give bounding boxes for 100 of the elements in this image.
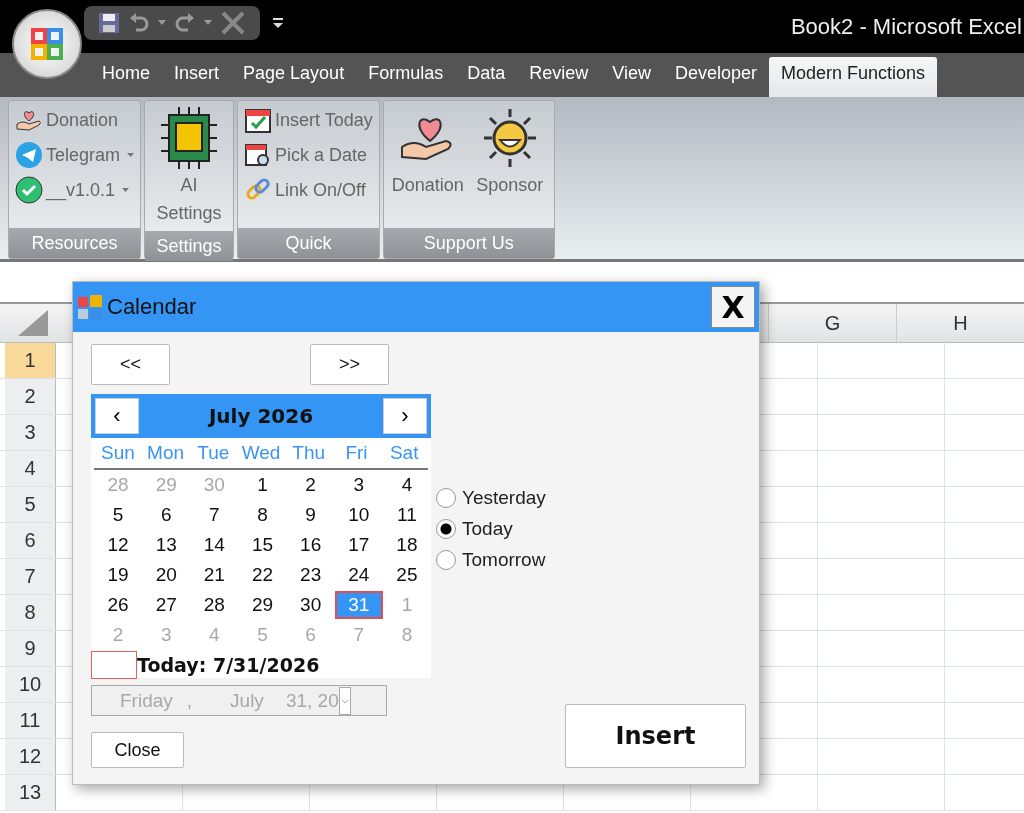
calendar-day[interactable]: 2 bbox=[286, 471, 335, 499]
ribbon-button[interactable]: Pick a Date bbox=[244, 140, 373, 170]
calendar-day[interactable]: 1 bbox=[238, 471, 287, 499]
calendar-day[interactable]: 18 bbox=[382, 531, 431, 559]
row-header[interactable]: 7 bbox=[5, 559, 56, 594]
ribbon-button[interactable]: __v1.0.1 bbox=[15, 175, 135, 205]
ribbon-tab[interactable]: Page Layout bbox=[231, 57, 357, 97]
dropdown-icon[interactable] bbox=[158, 19, 166, 26]
calendar-day[interactable]: 30 bbox=[286, 591, 335, 619]
calendar-day[interactable]: 9 bbox=[286, 501, 335, 529]
calendar-day[interactable]: 26 bbox=[94, 591, 143, 619]
row-header[interactable]: 11 bbox=[5, 703, 56, 738]
next-year-button[interactable]: >> bbox=[310, 344, 389, 385]
ribbon-tab[interactable]: Formulas bbox=[356, 57, 456, 97]
calendar-day[interactable]: 22 bbox=[238, 561, 287, 589]
row-header[interactable]: 5 bbox=[5, 487, 56, 522]
calendar-day[interactable]: 29 bbox=[238, 591, 287, 619]
calendar-day[interactable]: 12 bbox=[94, 531, 143, 559]
calendar-day[interactable]: 20 bbox=[142, 561, 191, 589]
month-title: July 2026 bbox=[208, 404, 314, 428]
ribbon-tab[interactable]: Home bbox=[90, 57, 162, 97]
ribbon-tab[interactable]: Insert bbox=[162, 57, 232, 97]
row-header[interactable]: 13 bbox=[5, 775, 56, 810]
next-month-button[interactable]: › bbox=[383, 398, 427, 434]
save-icon[interactable] bbox=[98, 11, 120, 34]
today-marker bbox=[91, 651, 137, 679]
ribbon-tab[interactable]: Developer bbox=[662, 57, 769, 97]
calendar-day[interactable]: 5 bbox=[94, 501, 143, 529]
radio-button[interactable] bbox=[436, 519, 456, 539]
dropdown-icon[interactable] bbox=[204, 19, 212, 26]
calendar-day[interactable]: 28 bbox=[190, 591, 239, 619]
check-circle-icon bbox=[15, 176, 43, 204]
title-bar-close-button[interactable]: X bbox=[711, 286, 755, 328]
row-header[interactable]: 4 bbox=[5, 451, 56, 486]
today-link[interactable]: Today: 7/31/2026 bbox=[137, 654, 320, 676]
calendar-day[interactable]: 14 bbox=[190, 531, 239, 559]
calendar-day[interactable]: 3 bbox=[334, 471, 383, 499]
ribbon-tab[interactable]: Data bbox=[455, 57, 518, 97]
row-header[interactable]: 3 bbox=[5, 415, 56, 450]
calendar-day[interactable]: 16 bbox=[286, 531, 335, 559]
column-header[interactable]: H bbox=[896, 304, 1024, 342]
paper-plane-icon bbox=[15, 141, 43, 169]
calendar-day[interactable]: 11 bbox=[382, 501, 431, 529]
undo-icon[interactable] bbox=[128, 11, 150, 34]
calendar-day[interactable]: 17 bbox=[334, 531, 383, 559]
calendar-day[interactable]: 15 bbox=[238, 531, 287, 559]
weekday-label: Thu bbox=[291, 442, 327, 464]
calendar-day[interactable]: 23 bbox=[286, 561, 335, 589]
ribbon-button[interactable]: Sponsor bbox=[471, 105, 548, 224]
radio-button[interactable] bbox=[436, 550, 456, 570]
cross-icon[interactable] bbox=[220, 9, 246, 36]
calendar-day[interactable]: 21 bbox=[190, 561, 239, 589]
close-button[interactable]: Close bbox=[91, 732, 184, 768]
ribbon-tab[interactable]: Review bbox=[517, 57, 601, 97]
dialog-title: Calendar bbox=[107, 294, 198, 320]
row-header[interactable]: 10 bbox=[5, 667, 56, 702]
calendar-day[interactable]: 27 bbox=[142, 591, 191, 619]
group-label: Settings bbox=[145, 231, 234, 261]
customize-icon[interactable] bbox=[272, 15, 284, 30]
weekday-label: Mon bbox=[146, 442, 186, 464]
weekday-label: Sun bbox=[99, 442, 136, 464]
ribbon-tab[interactable]: Modern Functions bbox=[768, 57, 938, 97]
calendar-day[interactable]: 7 bbox=[190, 501, 239, 529]
insert-button[interactable]: Insert bbox=[565, 704, 746, 768]
previous-year-button[interactable]: << bbox=[91, 344, 170, 385]
row-header[interactable]: 2 bbox=[5, 379, 56, 414]
column-header[interactable]: G bbox=[768, 304, 896, 342]
row-header[interactable]: 6 bbox=[5, 523, 56, 558]
calendar-day[interactable]: 25 bbox=[382, 561, 431, 589]
ribbon-button[interactable]: Insert Today bbox=[244, 105, 373, 135]
ribbon-button[interactable]: AI Settings bbox=[151, 105, 228, 227]
row-header[interactable]: 9 bbox=[5, 631, 56, 666]
row-header[interactable]: 12 bbox=[5, 739, 56, 774]
ribbon-button[interactable]: Donation bbox=[389, 105, 466, 224]
redo-icon[interactable] bbox=[174, 11, 196, 34]
calendar-check-icon bbox=[244, 106, 273, 134]
calendar-app-icon bbox=[77, 294, 103, 320]
radio-button[interactable] bbox=[436, 488, 456, 508]
ribbon-tab[interactable]: View bbox=[600, 57, 663, 97]
group-label: Support Us bbox=[383, 228, 554, 258]
calendar-day[interactable]: 24 bbox=[334, 561, 383, 589]
row-header[interactable]: 8 bbox=[5, 595, 56, 630]
calendar-day[interactable]: 10 bbox=[334, 501, 383, 529]
dropdown-icon bbox=[122, 187, 130, 193]
ribbon-button[interactable]: Telegram bbox=[15, 140, 135, 170]
calendar-day[interactable]: 19 bbox=[94, 561, 143, 589]
calendar-day[interactable]: 4 bbox=[382, 471, 431, 499]
radio-option[interactable]: Tomorrow bbox=[436, 549, 546, 571]
chip-icon bbox=[159, 105, 220, 171]
radio-option[interactable]: Today bbox=[436, 518, 546, 540]
calendar-day[interactable]: 13 bbox=[142, 531, 191, 559]
row-header[interactable]: 1 bbox=[5, 343, 56, 378]
weekday-label: Fri bbox=[344, 442, 369, 464]
calendar-day[interactable]: 8 bbox=[238, 501, 287, 529]
group-label: Quick bbox=[238, 228, 379, 258]
calendar-day[interactable]: 6 bbox=[142, 501, 191, 529]
radio-option[interactable]: Yesterday bbox=[436, 487, 546, 509]
ribbon-button[interactable]: Link On/Off bbox=[244, 175, 373, 205]
previous-month-button[interactable]: ‹ bbox=[95, 398, 139, 434]
ribbon-button[interactable]: Donation bbox=[15, 105, 135, 135]
